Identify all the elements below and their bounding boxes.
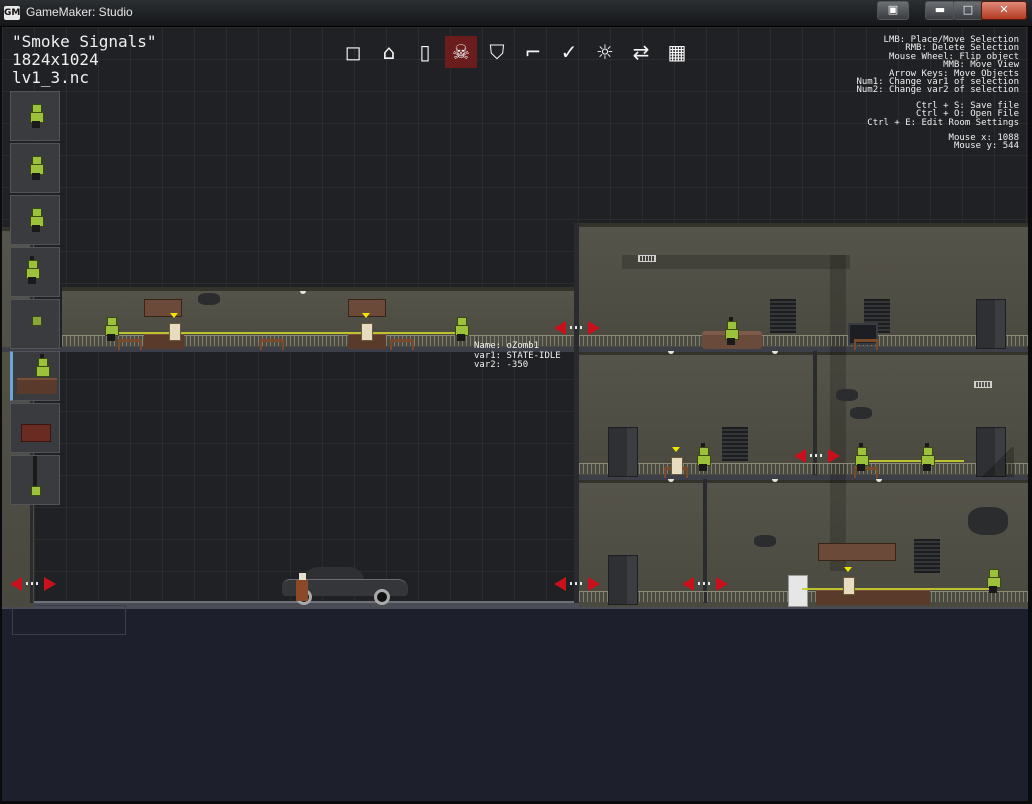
selection-tooltip: Name: oZomb1 var1: STATE-IDLE var2: -350	[474, 341, 561, 371]
home-tool-icon[interactable]: ⌂	[373, 36, 405, 68]
cabinet	[818, 543, 896, 561]
skull-enemy-tool-icon[interactable]: ☠	[445, 36, 477, 68]
zombie-enemy[interactable]	[986, 569, 1001, 593]
room-transition-marker[interactable]	[794, 449, 840, 463]
scenery-tool-icon[interactable]: ▦	[661, 36, 693, 68]
room-transition-marker[interactable]	[554, 577, 600, 591]
player-character[interactable]	[295, 573, 309, 601]
hostage[interactable]	[670, 447, 683, 475]
close-button[interactable]: ✕	[981, 1, 1027, 20]
zombie-enemy[interactable]	[854, 443, 869, 471]
window-blinds	[722, 427, 748, 461]
railing	[579, 463, 1028, 474]
door[interactable]	[608, 427, 638, 477]
level-title: "Smoke Signals"	[12, 32, 157, 51]
zombie-enemy[interactable]	[724, 317, 739, 345]
extra-window-button[interactable]: ▣	[877, 1, 909, 20]
room-transition-marker[interactable]	[554, 321, 600, 335]
maximize-button[interactable]: □	[953, 1, 983, 20]
refrigerator	[788, 575, 808, 607]
vertical-duct	[830, 255, 846, 571]
wall-crack	[836, 389, 858, 401]
ground-fill	[2, 609, 1028, 801]
check-tool-icon[interactable]: ✓	[553, 36, 585, 68]
chair	[260, 339, 284, 350]
window-titlebar: GM GameMaker: Studio ▣ ▬ □ ✕	[0, 0, 1032, 27]
level-filename: lv1_3.nc	[12, 68, 90, 87]
zombie-enemy[interactable]	[696, 443, 711, 471]
help-line: Ctrl + E: Edit Room Settings	[867, 117, 1019, 128]
palette-zombie-hidden[interactable]	[10, 299, 60, 349]
gun-tool-icon[interactable]: ⌐	[517, 36, 549, 68]
transition-tool-icon[interactable]: ⇄	[625, 36, 657, 68]
palette-zombie-hanging[interactable]	[10, 455, 60, 505]
ceiling-hole	[968, 507, 1008, 535]
palette-zombie-desk[interactable]	[10, 351, 60, 401]
palette-zombie-gunner[interactable]	[10, 247, 60, 297]
kitchen-counter	[816, 589, 930, 605]
wall-crack	[754, 535, 776, 547]
enemy-sightline	[860, 460, 964, 462]
enemy-sightline	[802, 588, 992, 590]
hostage[interactable]	[842, 567, 855, 595]
air-vent	[974, 381, 992, 388]
mouse-y-readout: Mouse y: 544	[953, 141, 1019, 152]
lightbulb-tool-icon[interactable]: ☼	[589, 36, 621, 68]
chair	[390, 339, 414, 350]
right-floor-2	[579, 475, 1028, 480]
palette-zombie-standing[interactable]	[10, 143, 60, 193]
stairs	[980, 447, 1014, 477]
gamemaker-logo-icon: GM	[4, 6, 21, 20]
enemy-sightline	[114, 332, 460, 334]
palette-zombie-idle[interactable]	[10, 91, 60, 141]
chair	[118, 339, 142, 350]
room-transition-marker[interactable]	[682, 577, 728, 591]
tooltip-var2: var2: -350	[474, 360, 529, 370]
hostage[interactable]	[168, 313, 181, 341]
zombie-enemy[interactable]	[104, 317, 119, 341]
help-line: Num2: Change var2 of selection	[856, 85, 1019, 96]
window-blinds	[914, 539, 940, 573]
hostage[interactable]	[360, 313, 373, 341]
window-blinds	[770, 299, 796, 333]
zombie-enemy-selected[interactable]	[454, 317, 469, 341]
ceiling-duct	[622, 255, 850, 269]
railing	[579, 335, 1028, 346]
wall-crack	[198, 293, 220, 305]
palette-zombie-seated[interactable]	[10, 195, 60, 245]
controls-help: LMB: Place/Move Selection RMB: Delete Se…	[789, 35, 1019, 152]
ground-outline	[12, 605, 126, 635]
chair	[854, 339, 878, 350]
door-tool-icon[interactable]: ▯	[409, 36, 441, 68]
room-right-top	[579, 223, 1028, 351]
wall-tool-icon[interactable]: ◻	[337, 36, 369, 68]
level-size: 1824x1024	[12, 50, 99, 69]
wall-crack	[850, 407, 872, 419]
level-editor-canvas[interactable]: Name: oZomb1 var1: STATE-IDLE var2: -350…	[2, 27, 1028, 801]
shield-tool-icon[interactable]: ⛉	[481, 36, 513, 68]
palette-guard-dog[interactable]	[10, 403, 60, 453]
right-floor-1	[579, 347, 1028, 352]
door[interactable]	[976, 299, 1006, 349]
room-transition-marker[interactable]	[10, 577, 56, 591]
door[interactable]	[608, 555, 638, 605]
zombie-enemy[interactable]	[920, 443, 935, 471]
minimize-button[interactable]: ▬	[925, 1, 955, 20]
window-title: GameMaker: Studio	[26, 5, 133, 19]
air-vent	[638, 255, 656, 262]
